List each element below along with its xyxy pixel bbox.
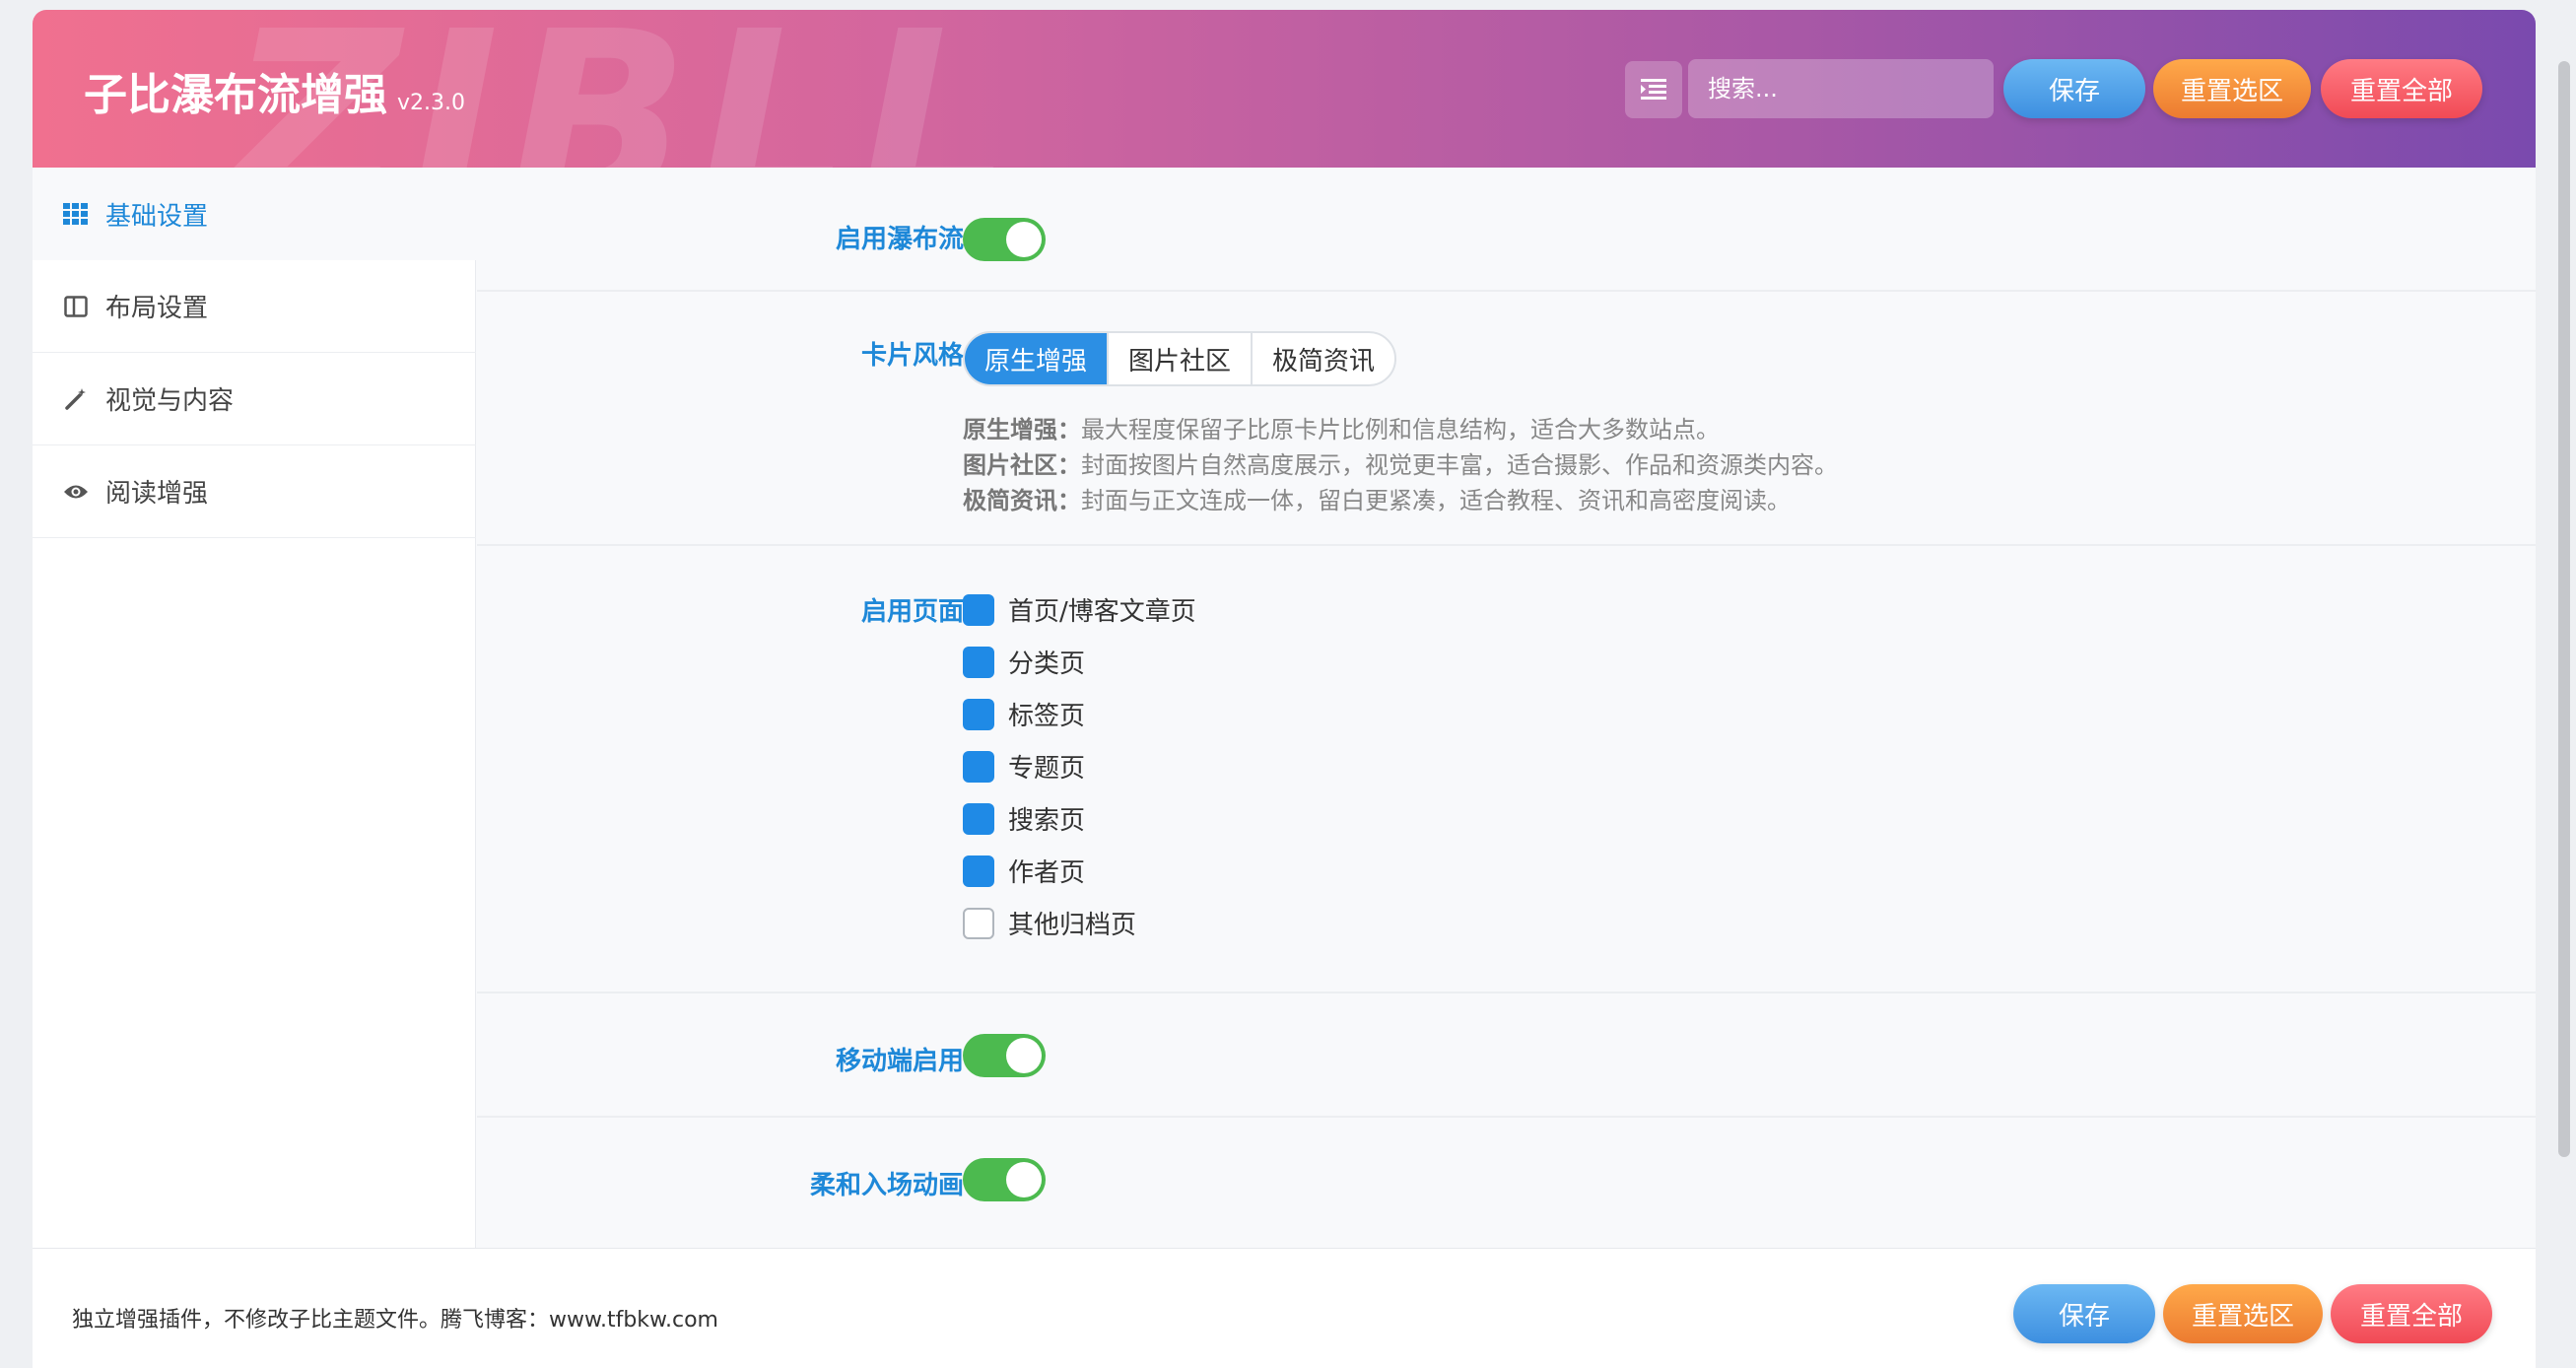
checkbox-checked[interactable] xyxy=(963,646,994,678)
magic-wand-icon xyxy=(62,385,90,413)
sidebar-item-layout-settings[interactable]: 布局设置 xyxy=(33,260,476,353)
sidebar-item-label: 视觉与内容 xyxy=(105,386,235,416)
checkbox-checked[interactable] xyxy=(963,698,994,730)
mobile-enable-toggle[interactable] xyxy=(963,1034,1046,1077)
checkbox-label: 专题页 xyxy=(1008,754,1086,784)
checkbox-unchecked[interactable] xyxy=(963,907,994,939)
checkbox-checked[interactable] xyxy=(963,750,994,783)
version-label: v2.3.0 xyxy=(397,91,465,115)
sidebar-item-reading-enhance[interactable]: 阅读增强 xyxy=(33,445,476,538)
header-reset-all-button[interactable]: 重置全部 xyxy=(2321,59,2482,118)
checkbox-label: 标签页 xyxy=(1008,702,1086,731)
sidebar-item-basic-settings[interactable]: 基础设置 xyxy=(33,168,478,260)
footer: 独立增强插件，不修改子比主题文件。腾飞博客：www.tfbkw.com 保存 重… xyxy=(33,1248,2536,1368)
title-text: 子比瀑布流增强 xyxy=(84,70,387,120)
description-text: 封面按图片自然高度展示，视觉更丰富，适合摄影、作品和资源类内容。 xyxy=(1081,451,1838,479)
setting-row-enable-waterfall: 启用瀑布流 xyxy=(477,168,2536,292)
list-icon xyxy=(1641,79,1666,100)
checkbox-label: 其他归档页 xyxy=(1008,911,1137,940)
card-style-description: 图片社区：封面按图片自然高度展示，视觉更丰富，适合摄影、作品和资源类内容。 xyxy=(963,445,1838,480)
setting-row-enable-pages: 启用页面 首页/博客文章页 分类页 标签页 专题页 搜索页 作者页 其他归档页 xyxy=(477,546,2536,993)
setting-row-soft-animation: 柔和入场动画 xyxy=(477,1118,2536,1248)
card-style-segmented-control: 原生增强 图片社区 极简资讯 xyxy=(963,331,1397,386)
settings-panel: ZIBLL 子比瀑布流增强v2.3.0 保存 重置选区 重置全部 xyxy=(33,10,2536,1368)
description-name: 极简资讯： xyxy=(963,487,1081,514)
sidebar: 基础设置 布局设置 视觉与内容 阅读增强 xyxy=(33,168,478,1248)
sidebar-item-label: 基础设置 xyxy=(105,201,209,232)
footer-save-button[interactable]: 保存 xyxy=(2013,1284,2155,1343)
footer-text: 独立增强插件，不修改子比主题文件。腾飞博客：www.tfbkw.com xyxy=(72,1308,718,1333)
expand-menu-button[interactable] xyxy=(1625,61,1682,118)
page-checkbox-category[interactable]: 分类页 xyxy=(963,644,1085,680)
page-checkbox-home[interactable]: 首页/博客文章页 xyxy=(963,591,1196,628)
card-style-option-native[interactable]: 原生增强 xyxy=(965,333,1110,384)
checkbox-label: 搜索页 xyxy=(1008,806,1086,836)
header: ZIBLL 子比瀑布流增强v2.3.0 保存 重置选区 重置全部 xyxy=(33,10,2536,168)
page-checkbox-archive[interactable]: 其他归档页 xyxy=(963,905,1136,941)
footer-reset-section-button[interactable]: 重置选区 xyxy=(2163,1284,2323,1343)
description-text: 封面与正文连成一体，留白更紧凑，适合教程、资讯和高密度阅读。 xyxy=(1081,487,1791,514)
checkbox-label: 作者页 xyxy=(1008,858,1086,888)
setting-label: 启用瀑布流 xyxy=(835,225,964,254)
setting-label: 移动端启用 xyxy=(835,1047,964,1076)
setting-label: 启用页面 xyxy=(860,597,964,627)
sidebar-item-label: 阅读增强 xyxy=(105,479,209,509)
search-input[interactable] xyxy=(1688,59,1994,118)
header-save-button[interactable]: 保存 xyxy=(2003,59,2145,118)
checkbox-label: 首页/博客文章页 xyxy=(1008,597,1196,627)
header-reset-section-button[interactable]: 重置选区 xyxy=(2153,59,2311,118)
setting-label: 卡片风格 xyxy=(860,341,964,371)
eye-icon xyxy=(62,478,90,506)
page-checkbox-tag[interactable]: 标签页 xyxy=(963,696,1085,732)
page-scrollbar[interactable] xyxy=(2558,61,2570,1157)
card-style-option-gallery[interactable]: 图片社区 xyxy=(1109,333,1254,384)
setting-row-mobile-enable: 移动端启用 xyxy=(477,993,2536,1118)
checkbox-label: 分类页 xyxy=(1008,650,1086,679)
card-style-option-minimal[interactable]: 极简资讯 xyxy=(1253,333,1394,384)
footer-reset-all-button[interactable]: 重置全部 xyxy=(2331,1284,2492,1343)
checkbox-checked[interactable] xyxy=(963,855,994,887)
description-text: 最大程度保留子比原卡片比例和信息结构，适合大多数站点。 xyxy=(1081,416,1720,444)
description-name: 原生增强： xyxy=(963,416,1081,444)
page-title: 子比瀑布流增强 v2.3.0 xyxy=(84,59,465,122)
card-style-description: 原生增强：最大程度保留子比原卡片比例和信息结构，适合大多数站点。 xyxy=(963,410,1720,445)
checkbox-checked[interactable] xyxy=(963,802,994,835)
settings-content: 启用瀑布流 卡片风格 原生增强 图片社区 极简资讯 原生增强：最大程度保留子比原… xyxy=(477,168,2536,1248)
description-name: 图片社区： xyxy=(963,451,1081,479)
page-checkbox-search[interactable]: 搜索页 xyxy=(963,800,1085,837)
columns-icon xyxy=(62,293,90,320)
page-checkbox-topic[interactable]: 专题页 xyxy=(963,748,1085,785)
grid-icon xyxy=(62,200,90,228)
sidebar-item-label: 布局设置 xyxy=(105,294,209,323)
sidebar-item-visual-content[interactable]: 视觉与内容 xyxy=(33,353,476,445)
soft-animation-toggle[interactable] xyxy=(963,1158,1046,1201)
page-checkbox-author[interactable]: 作者页 xyxy=(963,853,1085,889)
setting-label: 柔和入场动画 xyxy=(809,1171,964,1200)
enable-waterfall-toggle[interactable] xyxy=(963,218,1046,261)
checkbox-checked[interactable] xyxy=(963,593,994,626)
card-style-description: 极简资讯：封面与正文连成一体，留白更紧凑，适合教程、资讯和高密度阅读。 xyxy=(963,481,1791,515)
setting-row-card-style: 卡片风格 原生增强 图片社区 极简资讯 原生增强：最大程度保留子比原卡片比例和信… xyxy=(477,292,2536,546)
